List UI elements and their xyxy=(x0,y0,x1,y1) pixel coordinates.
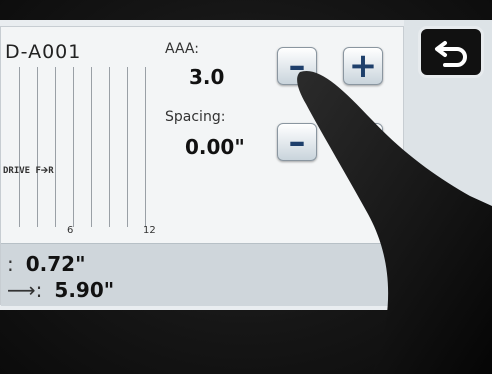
preview-text: DRIVE F🡪R xyxy=(3,166,54,176)
minus-icon: – xyxy=(288,122,306,162)
grid-line xyxy=(145,67,146,227)
preview-grid xyxy=(1,67,153,227)
grid-line xyxy=(109,67,110,227)
back-button[interactable] xyxy=(418,26,484,78)
length-value: 5.90" xyxy=(54,278,115,302)
size-decrease-button[interactable]: – xyxy=(277,47,317,85)
spacing-value: 0.00" xyxy=(185,135,245,159)
size-value: 3.0 xyxy=(189,65,225,89)
main-panel: D-A001 DRIVE F🡪R 6 12 AAA: 3.0 Spacing: … xyxy=(0,26,404,306)
height-readout: :0.72" xyxy=(7,252,86,276)
length-readout: ⟶: 5.90" xyxy=(7,278,114,302)
ruler-tick-12: 12 xyxy=(143,225,156,236)
cartridge-id: D-A001 xyxy=(5,41,82,63)
device-screen: D-A001 DRIVE F🡪R 6 12 AAA: 3.0 Spacing: … xyxy=(0,20,492,310)
minus-icon: – xyxy=(288,46,306,86)
size-label: AAA: xyxy=(165,41,199,57)
plus-icon: + xyxy=(348,122,378,162)
ruler-tick-6: 6 xyxy=(67,225,74,236)
grid-line xyxy=(127,67,128,227)
height-value: 0.72" xyxy=(25,252,86,276)
grid-line xyxy=(37,67,38,227)
back-arrow-icon xyxy=(435,41,467,67)
plus-icon: + xyxy=(348,46,378,86)
spacing-increase-button[interactable]: + xyxy=(343,123,383,161)
grid-line xyxy=(91,67,92,227)
spacing-label: Spacing: xyxy=(165,109,226,125)
height-icon: : xyxy=(7,252,14,276)
measurement-bar: :0.72" ⟶: 5.90" xyxy=(1,243,403,306)
length-icon: ⟶: xyxy=(7,278,43,302)
grid-line xyxy=(73,67,74,227)
photo-of-touchscreen: D-A001 DRIVE F🡪R 6 12 AAA: 3.0 Spacing: … xyxy=(0,0,492,374)
size-increase-button[interactable]: + xyxy=(343,47,383,85)
spacing-decrease-button[interactable]: – xyxy=(277,123,317,161)
blue-action-button[interactable] xyxy=(412,248,488,310)
grid-line xyxy=(55,67,56,227)
grid-line xyxy=(19,67,20,227)
